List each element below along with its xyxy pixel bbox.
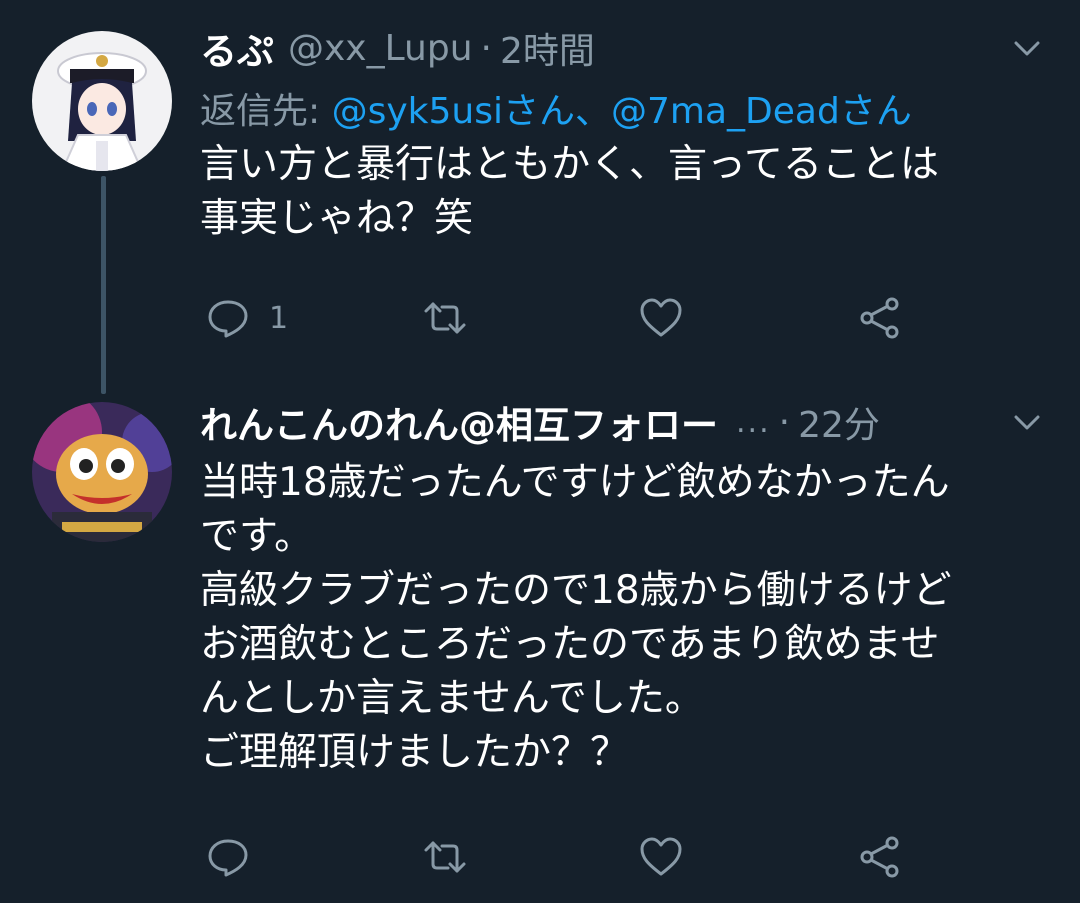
- reply-icon: [208, 300, 248, 338]
- share-button[interactable]: [857, 295, 903, 341]
- mention-link-2[interactable]: @7ma_Deadさん: [611, 91, 912, 132]
- tweet-header: れんこんのれん@相互フォロー ... · 22分: [200, 392, 1080, 452]
- avatar-image: [32, 402, 172, 542]
- timestamp[interactable]: 2時間: [500, 22, 595, 74]
- tweet-text: 当時18歳だったんですけど飲めなかったん です。 高級クラブだったので18歳から…: [200, 460, 952, 775]
- avatar-lupu[interactable]: [32, 31, 172, 171]
- retweet-icon: [424, 302, 466, 334]
- share-icon: [860, 836, 899, 878]
- retweet-icon: [424, 841, 466, 873]
- like-icon: [640, 298, 682, 337]
- like-button[interactable]: [638, 295, 684, 341]
- retweet-button[interactable]: [422, 834, 468, 880]
- user-handle[interactable]: @xx_Lupu: [288, 28, 473, 69]
- retweet-button[interactable]: [422, 295, 468, 341]
- share-button[interactable]: [857, 834, 903, 880]
- tweet-text: 言い方と暴行はともかく、言ってることは 事実じゃね？笑: [200, 142, 940, 241]
- mention-link-1[interactable]: @syk5usiさん: [332, 91, 575, 132]
- separator-dot: ·: [480, 27, 492, 69]
- share-icon: [860, 297, 899, 339]
- name-truncation: ...: [736, 404, 771, 440]
- display-name[interactable]: れんこんのれん@相互フォロー: [200, 395, 718, 449]
- mention-separator: 、: [574, 91, 611, 132]
- display-name[interactable]: るぷ: [200, 21, 274, 75]
- chevron-down-icon[interactable]: [1012, 407, 1042, 437]
- like-icon: [640, 837, 682, 876]
- reply-button[interactable]: 1: [205, 295, 288, 341]
- timestamp[interactable]: 22分: [798, 396, 880, 448]
- chevron-down-icon[interactable]: [1012, 33, 1042, 63]
- reply-button[interactable]: [205, 834, 251, 880]
- avatar-renkon[interactable]: [32, 402, 172, 542]
- reply-to-label: 返信先:: [200, 91, 321, 132]
- like-button[interactable]: [638, 834, 684, 880]
- tweet-1[interactable]: るぷ @xx_Lupu · 2時間 返信先: @syk5usiさん、@7ma_D…: [200, 18, 1080, 246]
- tweet-header: るぷ @xx_Lupu · 2時間: [200, 18, 1080, 78]
- separator-dot: ·: [778, 401, 791, 443]
- reply-to-line: 返信先: @syk5usiさん、@7ma_Deadさん: [200, 82, 1080, 134]
- reply-icon: [208, 839, 248, 877]
- avatar-image: [32, 31, 172, 171]
- tweet-2[interactable]: れんこんのれん@相互フォロー ... · 22分 当時18歳だったんですけど飲め…: [200, 392, 1080, 780]
- thread-connector-line: [101, 176, 106, 394]
- reply-count: 1: [269, 300, 289, 336]
